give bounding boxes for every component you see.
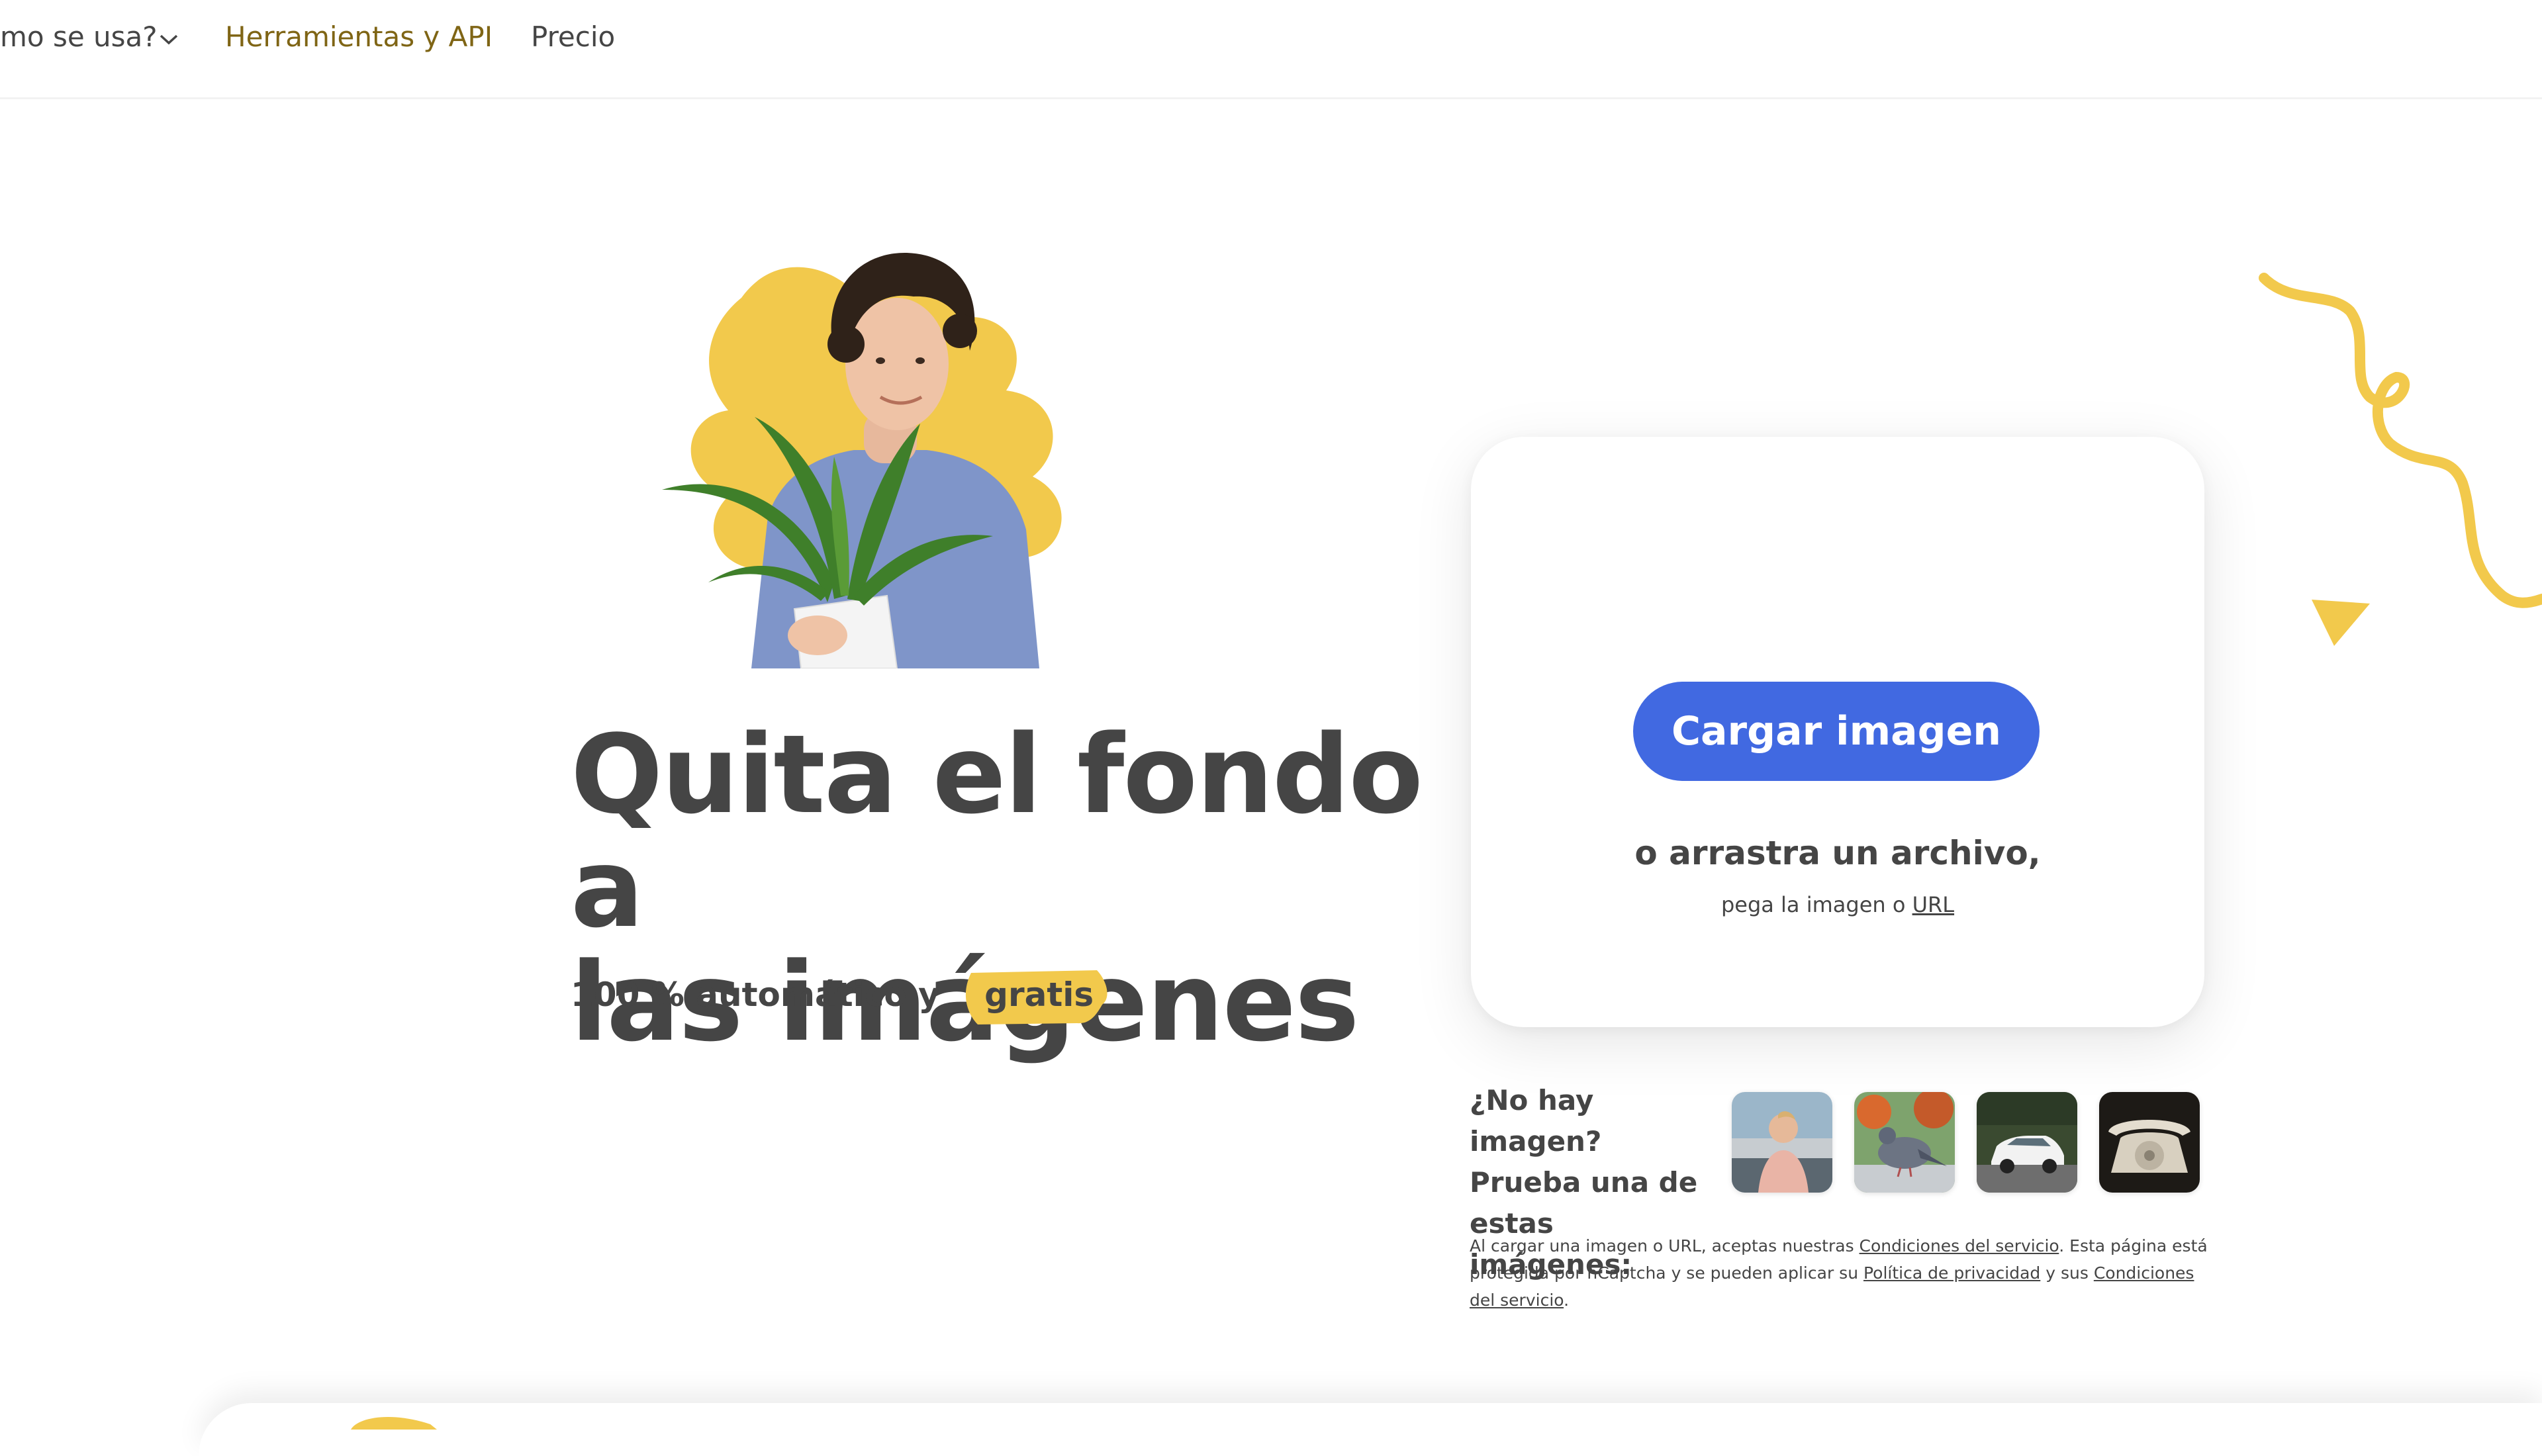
gratis-text: gratis [984,976,1094,1014]
sample-thumb-person[interactable] [1732,1092,1832,1193]
legal-part-1: Al cargar una imagen o URL, aceptas nues… [1470,1236,1859,1255]
sample-thumb-car[interactable] [1977,1092,2077,1193]
yellow-bottom-decoration [351,1416,437,1430]
samples-line-2: Prueba una de [1470,1166,1698,1199]
upload-card[interactable]: Cargar imagen o arrastra un archivo, peg… [1471,437,2204,1027]
nav-tools-api[interactable]: Herramientas y API [225,17,493,57]
upload-image-button[interactable]: Cargar imagen [1633,682,2040,781]
telephone-photo-icon [2099,1092,2200,1193]
terms-link[interactable]: Condiciones del servicio [1859,1236,2059,1255]
chevron-down-icon [160,34,177,44]
legal-part-3: y sus [2040,1263,2094,1283]
sample-thumb-telephone[interactable] [2099,1092,2200,1193]
yellow-triangle-decoration [2312,600,2370,646]
samples-line-1: ¿No hay imagen? [1470,1084,1602,1158]
next-section-edge [199,1403,2542,1456]
pigeon-photo-icon [1854,1092,1955,1193]
hero-person-illustration [662,252,1062,668]
person-photo-icon [1732,1092,1832,1193]
gratis-highlight: gratis [958,970,1116,1024]
title-line-1: Quita el fondo a [571,711,1423,952]
drop-file-text: o arrastra un archivo, [1634,834,2041,872]
car-photo-icon [1977,1092,2077,1193]
privacy-policy-link[interactable]: Política de privacidad [1863,1263,2040,1283]
nav-pricing[interactable]: Precio [531,17,615,57]
paste-url-link[interactable]: URL [1912,892,1954,917]
legal-notice: Al cargar una imagen o URL, aceptas nues… [1470,1232,2211,1314]
legal-part-4: . [1564,1291,1570,1310]
subtitle-prefix: 100 % automático y [571,976,940,1014]
yellow-squiggle-decoration [2259,273,2542,608]
paste-instructions: pega la imagen o URL [1471,892,2204,917]
subtitle: 100 % automático y gratis [571,970,1116,1024]
top-nav: mo se usa? Herramientas y API Precio [0,0,2542,99]
nav-how-label: mo se usa? [0,21,158,53]
paste-prefix: pega la imagen o [1720,892,1906,917]
nav-how-to-use[interactable]: mo se usa? [0,17,179,57]
sample-thumb-pigeon[interactable] [1854,1092,1955,1193]
